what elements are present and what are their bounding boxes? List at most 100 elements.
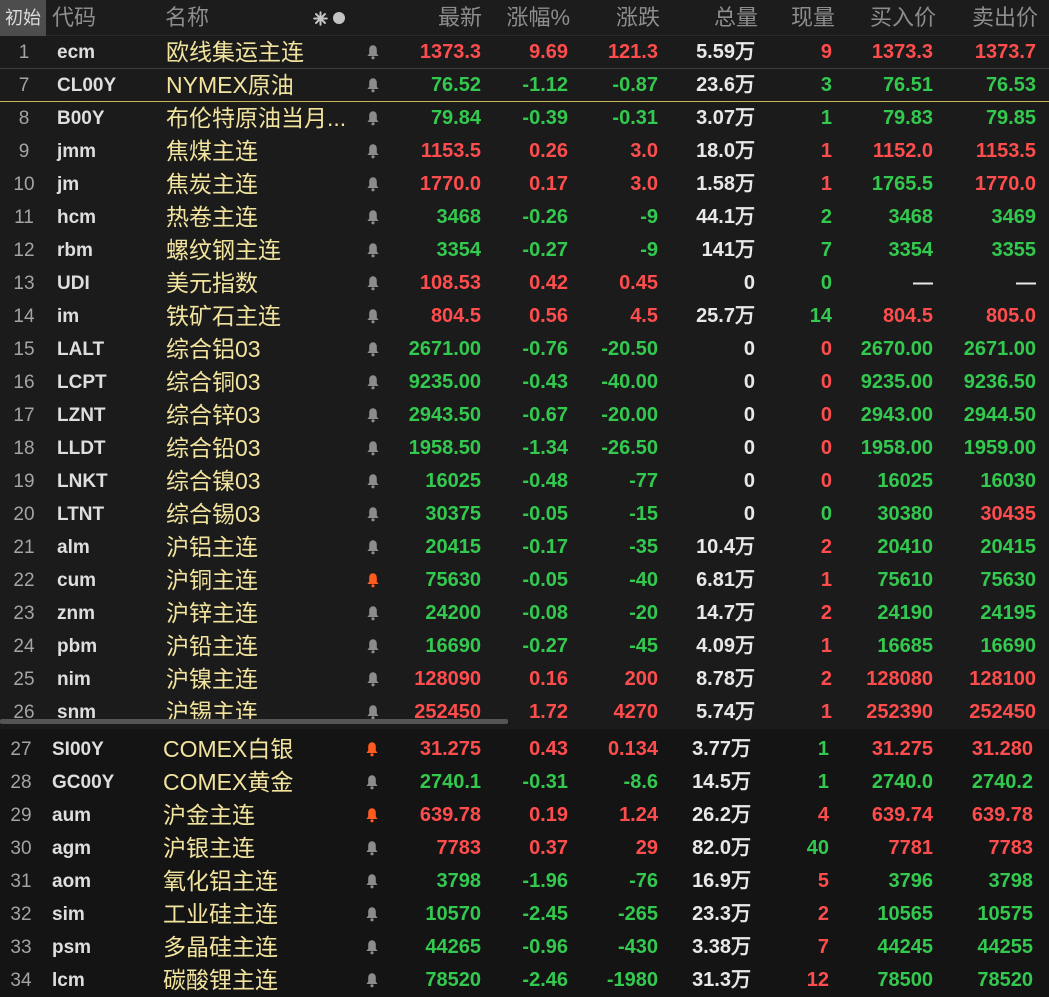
- bell-icon[interactable]: [366, 209, 380, 226]
- table-row[interactable]: 19 LNKT 综合镍03 16025 -0.48 -77 0 0 16025 16030: [0, 465, 1049, 498]
- current-volume: 0: [820, 338, 832, 360]
- latest-price: 2740.1: [419, 771, 481, 793]
- table-row[interactable]: 13 UDI 美元指数 108.53 0.42 0.45 0 0 — —: [0, 267, 1049, 300]
- row-number: 12: [13, 240, 35, 261]
- table-row[interactable]: 25 nim 沪镍主连 128090 0.16 200 8.78万 2 128080 128100: [0, 663, 1049, 696]
- bell-icon[interactable]: [365, 741, 379, 758]
- table-row[interactable]: 32 sim 工业硅主连 10570 -2.45 -265 23.3万 2 10565 10575: [0, 898, 1049, 931]
- table-row[interactable]: 30 agm 沪银主连 7783 0.37 29 82.0万 40 7781 7783: [0, 832, 1049, 865]
- horizontal-scrollbar[interactable]: [0, 719, 508, 724]
- bell-icon[interactable]: [365, 873, 379, 890]
- bid-price: 30380: [877, 503, 933, 525]
- row-number: 33: [10, 937, 32, 958]
- bell-icon[interactable]: [366, 44, 380, 61]
- column-header-name[interactable]: 名称: [165, 0, 209, 36]
- table-row[interactable]: 15 LALT 综合铝03 2671.00 -0.76 -20.50 0 0 2670.00 26…: [0, 333, 1049, 366]
- contract-code: aom: [52, 871, 92, 892]
- bid-price: 252390: [866, 701, 933, 723]
- table-row[interactable]: 34 lcm 碳酸锂主连 78520 -2.46 -1980 31.3万 12 78500 785…: [0, 964, 1049, 997]
- ask-price: 20415: [980, 536, 1036, 558]
- bell-icon[interactable]: [366, 77, 380, 94]
- bell-icon[interactable]: [366, 143, 380, 160]
- contract-code: LCPT: [57, 372, 107, 393]
- contract-code: LLDT: [57, 438, 106, 459]
- bell-icon[interactable]: [366, 176, 380, 193]
- bell-icon[interactable]: [366, 671, 380, 688]
- change-amount: -8.6: [623, 771, 658, 793]
- latest-price: 2671.00: [408, 338, 481, 360]
- bell-icon[interactable]: [365, 807, 379, 824]
- table-row[interactable]: 16 LCPT 综合铜03 9235.00 -0.43 -40.00 0 0 9235.00 92…: [0, 366, 1049, 399]
- row-number: 21: [13, 537, 35, 558]
- bell-icon[interactable]: [366, 308, 380, 325]
- table-row[interactable]: 9 jmm 焦煤主连 1153.5 0.26 3.0 18.0万 1 1152.0 1153.5: [0, 135, 1049, 168]
- total-volume: 16.9万: [692, 870, 751, 892]
- row-number: 31: [10, 871, 32, 892]
- bell-icon[interactable]: [366, 440, 380, 457]
- bell-icon[interactable]: [366, 275, 380, 292]
- contract-name: COMEX白银: [163, 736, 294, 762]
- latest-price: 3468: [436, 206, 482, 228]
- table-row[interactable]: 22 cum 沪铜主连 75630 -0.05 -40 6.81万 1 75610 75630: [0, 564, 1049, 597]
- column-header-code[interactable]: 代码: [52, 0, 96, 36]
- bell-icon[interactable]: [365, 972, 379, 989]
- bell-icon[interactable]: [366, 473, 380, 490]
- bell-icon[interactable]: [365, 840, 379, 857]
- table-row[interactable]: 20 LTNT 综合锡03 30375 -0.05 -15 0 0 30380 30435: [0, 498, 1049, 531]
- bell-icon[interactable]: [366, 374, 380, 391]
- current-volume: 0: [820, 503, 832, 525]
- column-header-current-volume[interactable]: 现量: [791, 0, 835, 36]
- asterisk-icon[interactable]: [313, 11, 328, 26]
- table-row[interactable]: 21 alm 沪铝主连 20415 -0.17 -35 10.4万 2 20410 20415: [0, 531, 1049, 564]
- change-amount: -0.31: [612, 107, 658, 129]
- reset-button[interactable]: 初始: [0, 0, 46, 36]
- row-number: 27: [10, 739, 32, 760]
- bell-icon[interactable]: [366, 605, 380, 622]
- contract-name: 热卷主连: [166, 204, 258, 230]
- dot-icon[interactable]: [332, 11, 346, 25]
- table-row[interactable]: 31 aom 氧化铝主连 3798 -1.96 -76 16.9万 5 3796 3798: [0, 865, 1049, 898]
- column-header-latest[interactable]: 最新: [438, 0, 482, 36]
- bell-icon[interactable]: [366, 638, 380, 655]
- bell-icon[interactable]: [365, 939, 379, 956]
- table-row[interactable]: 1 ecm 欧线集运主连 1373.3 9.69 121.3 5.59万 9 1373.3 137…: [0, 36, 1049, 69]
- column-header-change[interactable]: 涨跌: [616, 0, 660, 36]
- column-header-change-percent[interactable]: 涨幅%: [506, 0, 570, 36]
- bell-icon[interactable]: [366, 407, 380, 424]
- table-row[interactable]: 10 jm 焦炭主连 1770.0 0.17 3.0 1.58万 1 1765.5 1770.0: [0, 168, 1049, 201]
- table-row[interactable]: 17 LZNT 综合锌03 2943.50 -0.67 -20.00 0 0 2943.00 29…: [0, 399, 1049, 432]
- table-row[interactable]: 12 rbm 螺纹钢主连 3354 -0.27 -9 141万 7 3354 3355: [0, 234, 1049, 267]
- change-amount: 200: [624, 668, 658, 690]
- table-row[interactable]: 7 CL00Y NYMEX原油 76.52 -1.12 -0.87 23.6万 3 76.51 7…: [0, 69, 1049, 102]
- bell-icon[interactable]: [366, 539, 380, 556]
- bell-icon[interactable]: [366, 110, 380, 127]
- table-row[interactable]: 27 SI00Y COMEX白银 31.275 0.43 0.134 3.77万 1 31.27…: [0, 733, 1049, 766]
- table-row[interactable]: 28 GC00Y COMEX黄金 2740.1 -0.31 -8.6 14.5万 1 2740.…: [0, 766, 1049, 799]
- bid-price: 804.5: [882, 305, 933, 327]
- contract-name: 综合锌03: [166, 402, 261, 428]
- column-header-ask[interactable]: 卖出价: [972, 0, 1038, 36]
- table-row[interactable]: 14 im 铁矿石主连 804.5 0.56 4.5 25.7万 14 804.5 805.0: [0, 300, 1049, 333]
- table-row[interactable]: 8 B00Y 布伦特原油当月... 79.84 -0.39 -0.31 3.07万 1 79.8…: [0, 102, 1049, 135]
- table-row[interactable]: 29 aum 沪金主连 639.78 0.19 1.24 26.2万 4 639.74 639.7…: [0, 799, 1049, 832]
- table-row[interactable]: 18 LLDT 综合铅03 1958.50 -1.34 -26.50 0 0 1958.00 19…: [0, 432, 1049, 465]
- table-row[interactable]: 26 snm 沪锡主连 252450 1.72 4270 5.74万 1 252390 25245…: [0, 696, 1049, 729]
- bell-icon[interactable]: [366, 572, 380, 589]
- bid-price: 3354: [888, 239, 934, 261]
- bell-icon[interactable]: [365, 906, 379, 923]
- table-row[interactable]: 24 pbm 沪铅主连 16690 -0.27 -45 4.09万 1 16685 16690: [0, 630, 1049, 663]
- contract-name: 综合锡03: [166, 501, 261, 527]
- current-volume: 1: [820, 569, 832, 591]
- change-percent: 0.37: [529, 837, 568, 859]
- bell-icon[interactable]: [366, 341, 380, 358]
- total-volume: 8.78万: [696, 668, 755, 690]
- table-row[interactable]: 11 hcm 热卷主连 3468 -0.26 -9 44.1万 2 3468 3469: [0, 201, 1049, 234]
- bell-icon[interactable]: [366, 242, 380, 259]
- contract-name: 焦煤主连: [166, 138, 258, 164]
- table-row[interactable]: 23 znm 沪锌主连 24200 -0.08 -20 14.7万 2 24190 24195: [0, 597, 1049, 630]
- bell-icon[interactable]: [366, 506, 380, 523]
- table-row[interactable]: 33 psm 多晶硅主连 44265 -0.96 -430 3.38万 7 44245 44255: [0, 931, 1049, 964]
- bell-icon[interactable]: [365, 774, 379, 791]
- column-header-bid[interactable]: 买入价: [870, 0, 936, 36]
- column-header-volume[interactable]: 总量: [714, 0, 758, 36]
